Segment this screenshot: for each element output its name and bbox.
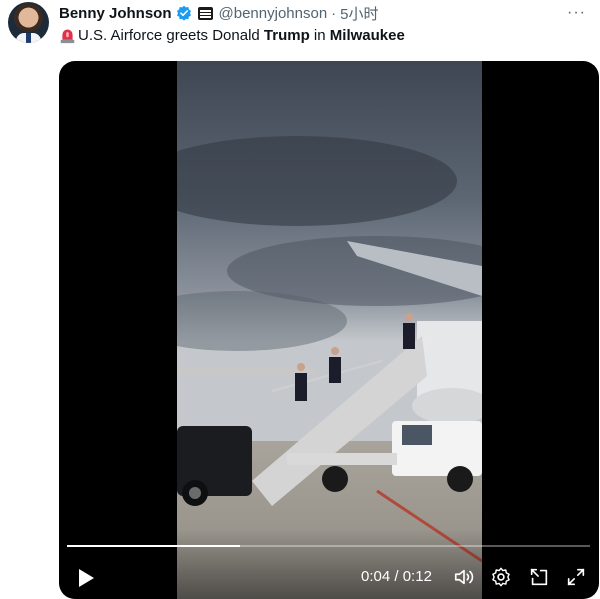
controls-overlay [59, 529, 599, 599]
settings-gear-icon[interactable] [490, 566, 512, 588]
fullscreen-icon[interactable] [565, 566, 587, 588]
video-progress-bar[interactable] [67, 545, 590, 547]
video-time: 0:04 / 0:12 [361, 568, 432, 585]
siren-emoji-icon [60, 29, 75, 44]
video-time-separator: / [390, 568, 403, 585]
video-duration: 0:12 [402, 568, 432, 585]
separator-dot: · [331, 4, 337, 22]
tweet-text-mid: in [309, 27, 330, 44]
tweet-header: Benny Johnson @bennyjohnson · 5小时 [59, 3, 379, 23]
tweet-text: U.S. Airforce greets Donald Trump in Mil… [59, 27, 405, 44]
video-frame [177, 61, 482, 599]
video-progress-fill [67, 545, 240, 547]
avatar-tie [26, 33, 31, 43]
author-name[interactable]: Benny Johnson [59, 5, 172, 22]
tweet-text-bold-milwaukee: Milwaukee [329, 27, 405, 44]
tweet-text-bold-trump: Trump [263, 27, 310, 44]
video-current-time: 0:04 [361, 568, 391, 585]
tweet-text-prefix: U.S. Airforce greets Donald [78, 27, 264, 44]
picture-in-picture-icon[interactable] [528, 566, 550, 588]
author-handle[interactable]: @bennyjohnson [219, 5, 328, 22]
author-avatar[interactable] [8, 2, 49, 43]
volume-icon[interactable] [453, 566, 475, 588]
tweet-timestamp[interactable]: 5小时 [340, 3, 378, 24]
more-options-icon[interactable]: ··· [567, 4, 586, 22]
affiliate-logo-icon[interactable] [197, 6, 213, 20]
play-icon[interactable] [76, 568, 96, 588]
verified-badge-icon [176, 5, 191, 21]
video-player[interactable]: 0:04 / 0:12 [59, 61, 599, 599]
